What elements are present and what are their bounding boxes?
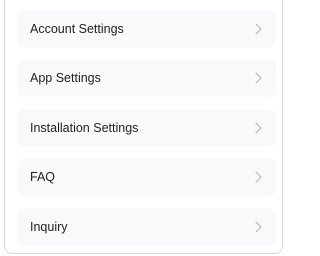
- chevron-right-icon: [253, 221, 263, 233]
- menu-item-label: FAQ: [30, 170, 56, 184]
- chevron-right-icon: [253, 72, 263, 84]
- menu-item-label: Inquiry: [30, 220, 68, 234]
- menu-item-app-settings[interactable]: App Settings: [17, 59, 276, 97]
- chevron-right-icon: [253, 23, 263, 35]
- menu-item-account-settings[interactable]: Account Settings: [17, 10, 276, 48]
- menu-item-label: Account Settings: [30, 22, 124, 36]
- menu-item-faq[interactable]: FAQ: [17, 158, 276, 196]
- menu-item-inquiry[interactable]: Inquiry: [17, 208, 276, 246]
- menu-item-label: Installation Settings: [30, 121, 139, 135]
- chevron-right-icon: [253, 122, 263, 134]
- menu-item-installation-settings[interactable]: Installation Settings: [17, 109, 276, 147]
- chevron-right-icon: [253, 171, 263, 183]
- menu-item-label: App Settings: [30, 71, 101, 85]
